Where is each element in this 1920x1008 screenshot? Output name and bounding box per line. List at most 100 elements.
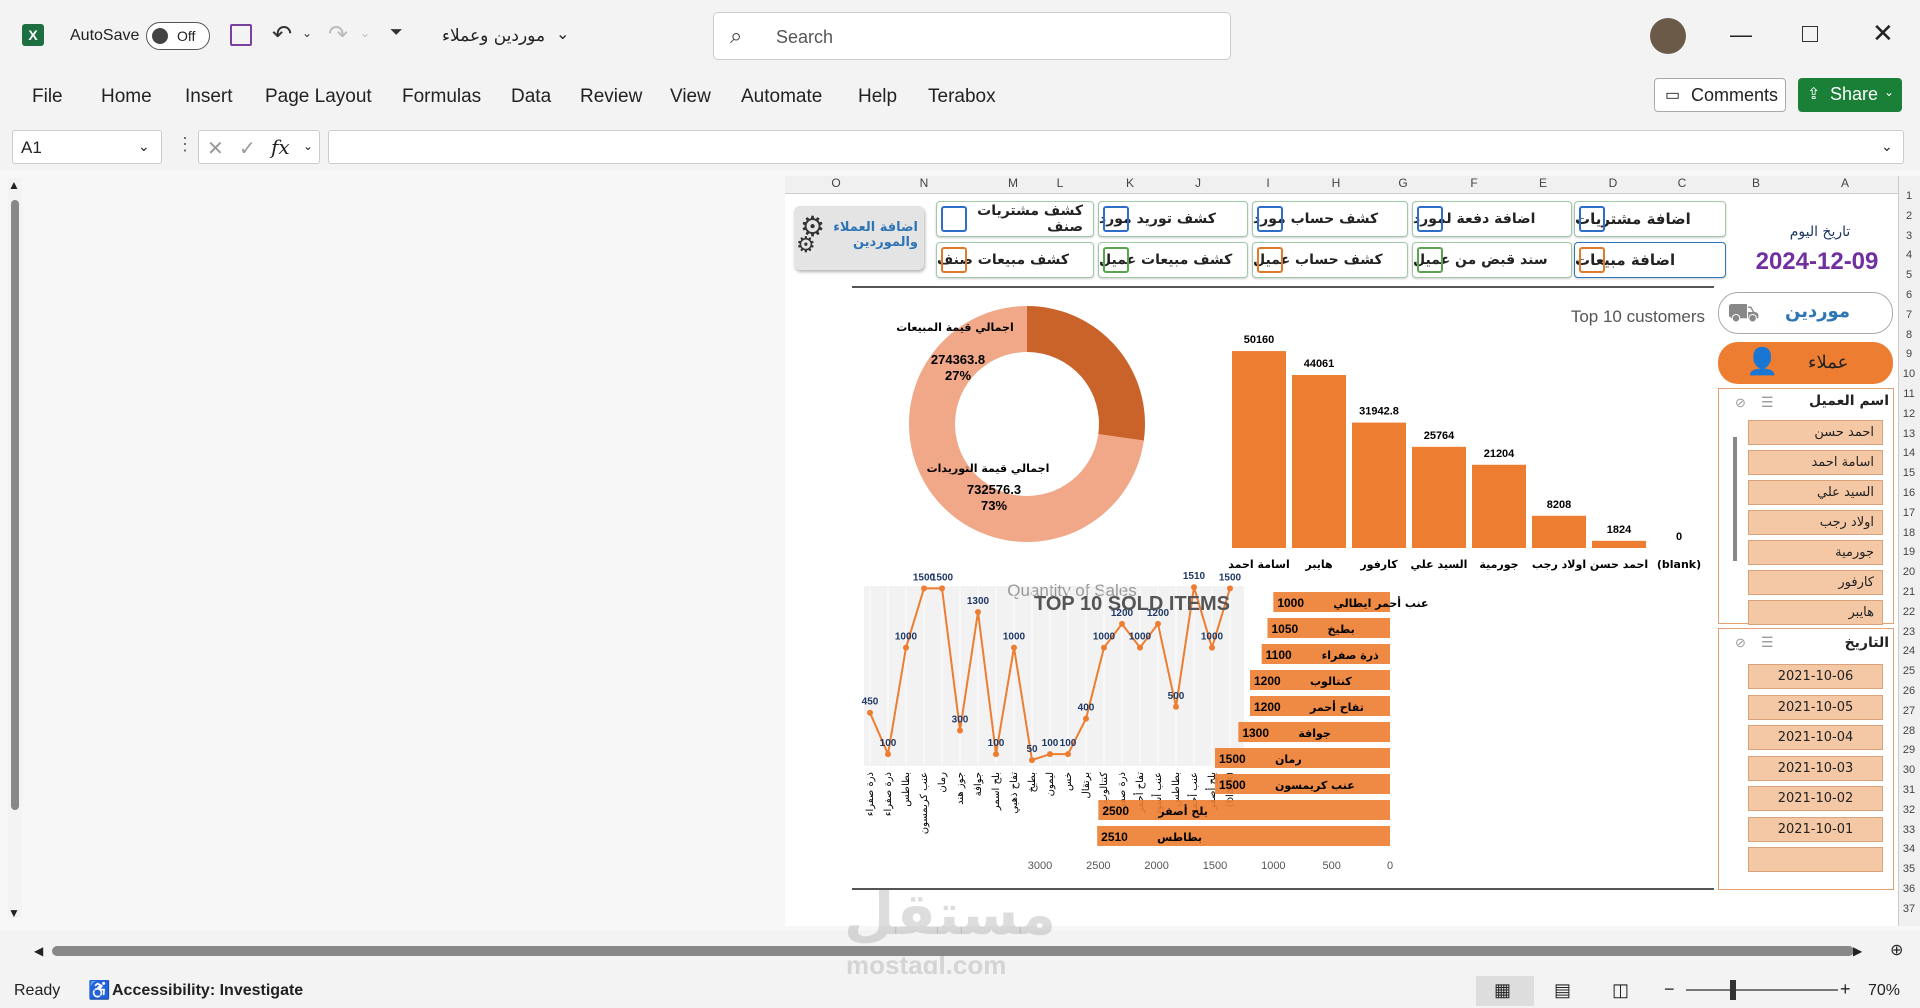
tab-help[interactable]: Help xyxy=(858,86,897,108)
column-header[interactable]: C xyxy=(1672,176,1692,192)
tab-terabox[interactable]: Terabox xyxy=(928,86,996,108)
redo-dropdown-icon[interactable]: ⌄ xyxy=(360,26,370,40)
row-header[interactable]: 1 xyxy=(1900,190,1918,202)
multi-select-icon[interactable]: ☰ xyxy=(1761,634,1774,651)
slicer-item-date[interactable]: 2021-10-05 xyxy=(1748,694,1883,720)
row-header[interactable]: 22 xyxy=(1900,606,1918,618)
row-header[interactable]: 10 xyxy=(1900,368,1918,380)
column-header[interactable]: H xyxy=(1326,176,1346,192)
tab-page-layout[interactable]: Page Layout xyxy=(265,86,372,108)
column-header[interactable]: J xyxy=(1188,176,1208,192)
row-header[interactable]: 14 xyxy=(1900,447,1918,459)
customize-qat-icon[interactable]: ⏷ xyxy=(390,24,403,42)
horizontal-scroll-thumb[interactable] xyxy=(52,946,1854,956)
item-sales-statement-button[interactable]: كشف مبيعات صنف xyxy=(936,242,1094,278)
undo-dropdown-icon[interactable]: ⌄ xyxy=(302,26,312,40)
clear-filter-icon[interactable]: ⊘ xyxy=(1735,635,1746,651)
slicer-item-date[interactable] xyxy=(1748,847,1883,872)
cancel-icon[interactable]: ✕ xyxy=(207,136,224,161)
row-header[interactable]: 9 xyxy=(1900,348,1918,360)
name-box[interactable]: A1 ⌄ xyxy=(12,130,162,164)
column-header[interactable]: I xyxy=(1258,176,1278,192)
row-header[interactable]: 15 xyxy=(1900,467,1918,479)
zoom-in-icon[interactable]: + xyxy=(1840,979,1851,1000)
row-header[interactable]: 4 xyxy=(1900,249,1918,261)
item-purchases-statement-button[interactable]: كشف مشتريات صنف xyxy=(936,201,1094,237)
row-header[interactable]: 3 xyxy=(1900,230,1918,242)
row-header[interactable]: 18 xyxy=(1900,527,1918,539)
more-icon[interactable]: ⋮ xyxy=(176,134,194,155)
column-header[interactable]: M xyxy=(1003,176,1023,192)
row-header[interactable]: 31 xyxy=(1900,784,1918,796)
scroll-up-icon[interactable]: ▲ xyxy=(8,178,20,192)
slicer-item-customer[interactable]: جورمية xyxy=(1748,540,1883,565)
row-header[interactable]: 21 xyxy=(1900,586,1918,598)
row-header[interactable]: 30 xyxy=(1900,764,1918,776)
tab-home[interactable]: Home xyxy=(101,86,152,108)
multi-select-icon[interactable]: ☰ xyxy=(1761,394,1774,411)
vertical-scrollbar[interactable]: ▲ ▼ xyxy=(8,178,22,920)
scroll-right-icon[interactable]: ▶ xyxy=(1853,944,1862,958)
supplier-account-statement-button[interactable]: كشف حساب مورد xyxy=(1252,201,1408,237)
row-header[interactable]: 29 xyxy=(1900,744,1918,756)
autosave-toggle[interactable]: Off xyxy=(146,22,210,50)
row-header[interactable]: 20 xyxy=(1900,566,1918,578)
avatar[interactable] xyxy=(1650,18,1686,54)
row-header[interactable]: 16 xyxy=(1900,487,1918,499)
row-header[interactable]: 35 xyxy=(1900,863,1918,875)
column-header[interactable]: D xyxy=(1603,176,1623,192)
customers-tab[interactable]: 👤 عملاء xyxy=(1718,342,1893,384)
zoom-level[interactable]: 70% xyxy=(1868,982,1900,1000)
fx-chevron-icon[interactable]: ⌄ xyxy=(303,139,313,153)
customer-receipt-button[interactable]: سند قبض من عميل xyxy=(1412,242,1572,278)
accessibility-status[interactable]: Accessibility: Investigate xyxy=(112,982,303,1000)
slicer-item-date[interactable]: 2021-10-01 xyxy=(1748,816,1883,842)
row-header[interactable]: 24 xyxy=(1900,645,1918,657)
row-header[interactable]: 34 xyxy=(1900,843,1918,855)
tab-automate[interactable]: Automate xyxy=(741,86,822,108)
add-customers-suppliers-button[interactable]: ⚙ ⚙ اضافة العملاء والموردين xyxy=(794,206,924,270)
row-header[interactable]: 26 xyxy=(1900,685,1918,697)
scroll-left-icon[interactable]: ◀ xyxy=(34,944,43,958)
column-header[interactable]: N xyxy=(914,176,934,192)
page-break-icon[interactable]: ◫ xyxy=(1612,980,1629,1001)
comments-button[interactable]: ▭ Comments xyxy=(1654,78,1786,112)
row-header[interactable]: 2 xyxy=(1900,210,1918,222)
slicer-item-customer[interactable]: هايبر xyxy=(1748,600,1883,625)
row-header[interactable]: 12 xyxy=(1900,408,1918,420)
row-header[interactable]: 28 xyxy=(1900,725,1918,737)
undo-icon[interactable]: ↶ xyxy=(272,20,292,49)
redo-icon[interactable]: ↷ xyxy=(328,20,348,49)
slicer-item-customer[interactable]: اسامة احمد xyxy=(1748,450,1883,475)
row-header[interactable]: 25 xyxy=(1900,665,1918,677)
zoom-slider[interactable] xyxy=(1686,989,1838,991)
scroll-down-icon[interactable]: ▼ xyxy=(8,906,20,920)
tab-review[interactable]: Review xyxy=(580,86,642,108)
tab-formulas[interactable]: Formulas xyxy=(402,86,481,108)
slicer-scroll-thumb[interactable] xyxy=(1733,437,1737,561)
row-header[interactable]: 17 xyxy=(1900,507,1918,519)
scroll-thumb[interactable] xyxy=(11,200,19,810)
zoom-slider-handle[interactable] xyxy=(1730,980,1736,1000)
row-header[interactable]: 13 xyxy=(1900,428,1918,440)
slicer-item-date[interactable]: 2021-10-03 xyxy=(1748,755,1883,781)
column-header[interactable]: A xyxy=(1835,176,1855,192)
add-purchases-button[interactable]: اضافة مشتريات xyxy=(1574,201,1726,237)
supplier-supply-statement-button[interactable]: كشف توريد مورد xyxy=(1098,201,1248,237)
row-header[interactable]: 23 xyxy=(1900,626,1918,638)
column-header[interactable]: L xyxy=(1050,176,1070,192)
row-header[interactable]: 5 xyxy=(1900,269,1918,281)
search-box[interactable]: ⌕ Search xyxy=(713,12,1231,60)
tab-data[interactable]: Data xyxy=(511,86,551,108)
tab-file[interactable]: File xyxy=(32,86,63,108)
filename-chevron-icon[interactable]: ⌄ xyxy=(556,24,569,44)
row-header[interactable]: 19 xyxy=(1900,546,1918,558)
column-header[interactable]: G xyxy=(1393,176,1413,192)
row-header[interactable]: 36 xyxy=(1900,883,1918,895)
save-icon[interactable] xyxy=(230,24,252,46)
row-header[interactable]: 33 xyxy=(1900,824,1918,836)
slicer-item-date[interactable]: 2021-10-02 xyxy=(1748,786,1883,811)
column-header[interactable]: E xyxy=(1533,176,1553,192)
zoom-out-icon[interactable]: − xyxy=(1664,979,1675,1000)
restore-icon[interactable] xyxy=(1802,26,1818,42)
